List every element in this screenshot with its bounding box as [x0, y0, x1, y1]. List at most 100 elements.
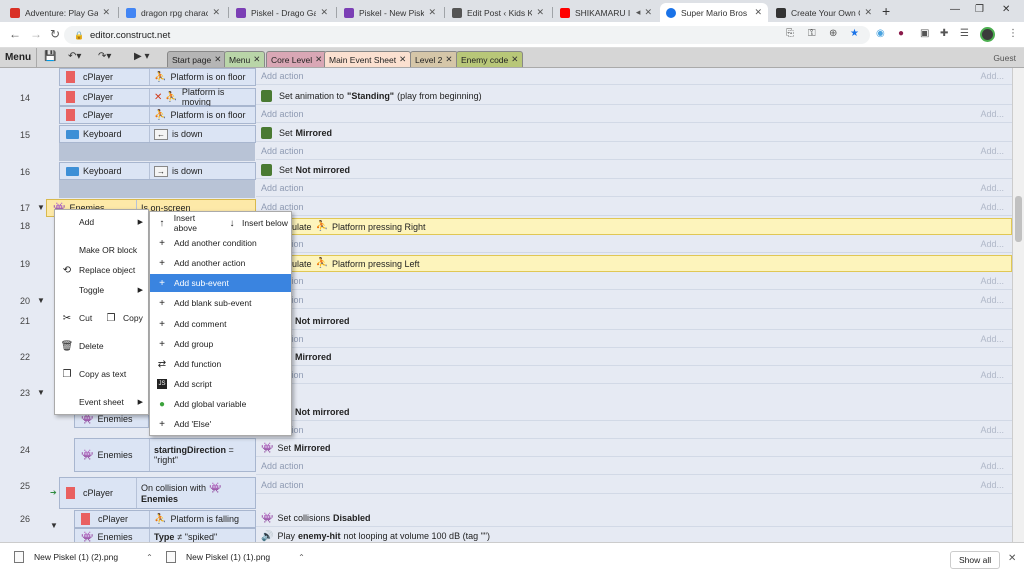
user-label[interactable]: Guest	[993, 53, 1016, 63]
add-action-link[interactable]: Add actionAdd...	[256, 458, 1012, 475]
condition-row[interactable]: Keyboard → is down	[59, 162, 256, 180]
action-row[interactable]: 👾 Set Mirrored	[256, 440, 1012, 457]
menu-item-add-blank-sub-event[interactable]: + Add blank sub-event	[150, 294, 291, 312]
maximize-icon[interactable]: ❐	[975, 4, 984, 15]
add-action-link[interactable]: Add actionAdd...	[256, 199, 1012, 216]
tab-menu[interactable]: Menu ✕	[224, 51, 266, 67]
menu-item-copy-as-text[interactable]: ❐ Copy as text	[55, 365, 148, 383]
tab-level-2[interactable]: Level 2 ✕	[410, 51, 458, 67]
condition-row[interactable]: cPlayer ⛹ Platform is on floor	[59, 106, 256, 124]
forward-icon[interactable]: →	[30, 27, 42, 41]
browser-tab-youtube[interactable]: SHIKAMARU I ◂ ✕	[554, 3, 658, 22]
close-icon[interactable]: ✕	[253, 54, 260, 65]
download-item[interactable]: New Piskel (1) (2).png ⌃	[14, 551, 153, 563]
condition-row[interactable]: cPlayer ⛹ Platform is on floor	[59, 68, 256, 86]
close-icon[interactable]: ✕	[315, 54, 322, 65]
menu-item-add-script[interactable]: JS Add script	[150, 375, 291, 393]
add-action-link[interactable]: Add actionAdd...	[256, 292, 1012, 309]
close-icon[interactable]: ✕	[428, 7, 436, 18]
menu-item-add-sub-event[interactable]: + Add sub-event	[150, 274, 291, 292]
download-item[interactable]: New Piskel (1) (1).png ⌃	[166, 551, 305, 563]
add-action-link[interactable]: Add actionAdd...	[256, 143, 1012, 160]
menu-item-insert-above[interactable]: ↑ Insert above	[150, 213, 220, 233]
add-action-link[interactable]: Add actionAdd...	[256, 331, 1012, 348]
add-action-link[interactable]: Add actionAdd...	[256, 477, 1012, 494]
chevron-up-icon[interactable]: ⌃	[146, 553, 153, 562]
new-tab-button[interactable]: +	[882, 3, 890, 19]
play-icon[interactable]: ▶ ▾	[134, 51, 150, 62]
menu-item-add-else[interactable]: + Add 'Else'	[150, 415, 291, 433]
menu-item-copy[interactable]: ❐ Copy	[99, 309, 149, 327]
add-action-link[interactable]: Add actionAdd...	[256, 367, 1012, 384]
tab-core-level[interactable]: Core Level ✕	[266, 51, 328, 67]
close-icon[interactable]: ✕	[536, 7, 544, 18]
close-icon[interactable]: ✕	[644, 7, 652, 18]
browser-tab-create-own[interactable]: Create Your Own G ✕	[770, 3, 878, 22]
close-icon[interactable]: ✕	[399, 54, 406, 65]
add-action-link[interactable]: Add actionAdd...	[256, 68, 1012, 85]
minimize-icon[interactable]: —	[950, 4, 960, 15]
browser-tab-edit-post[interactable]: Edit Post ‹ Kids Ko ✕	[446, 3, 550, 22]
add-action-link[interactable]: Add actionAdd...	[256, 106, 1012, 123]
mute-icon[interactable]: ◂	[636, 7, 641, 18]
condition-row[interactable]: 👾 Enemies Type ≠ "spiked"	[74, 528, 256, 542]
action-row[interactable]: 👾 Set collisions Disabled	[256, 510, 1012, 527]
collapse-arrow-icon[interactable]: ▼	[37, 203, 45, 212]
menu-item-add[interactable]: Add ▶	[55, 213, 148, 231]
close-icon[interactable]: ✕	[445, 54, 452, 65]
condition-row[interactable]: 👾 Enemies startingDirection = "right"	[74, 438, 256, 472]
action-row[interactable]: 🔊 Play enemy-hit not looping at volume 100 …	[256, 528, 1012, 542]
menu-item-add-another-condition[interactable]: + Add another condition	[150, 234, 291, 252]
close-icon[interactable]: ✕	[212, 7, 220, 18]
collapse-arrow-icon[interactable]: ▼	[37, 388, 45, 397]
browser-tab-piskel-new[interactable]: Piskel - New Piskel ✕	[338, 3, 442, 22]
browser-tab-adventure[interactable]: Adventure: Play Ga ✕	[4, 3, 116, 22]
menu-item-event-sheet[interactable]: Event sheet ▶	[55, 393, 148, 411]
action-row[interactable]: Not mirrored	[256, 404, 1012, 421]
close-icon[interactable]: ✕	[864, 7, 872, 18]
add-action-link[interactable]: Add actionAdd...	[256, 180, 1012, 197]
install-app-icon[interactable]: ⎘	[786, 28, 794, 39]
puzzle-icon[interactable]: ✚	[940, 28, 948, 39]
avatar[interactable]	[980, 27, 995, 42]
close-icon[interactable]: ✕	[754, 7, 762, 18]
close-icon[interactable]: ✕	[102, 7, 110, 18]
add-action-link[interactable]: Add actionAdd...	[256, 273, 1012, 290]
action-row[interactable]: Set Not mirrored	[256, 162, 1012, 179]
close-icon[interactable]: ✕	[1008, 553, 1016, 564]
menu-item-add-comment[interactable]: + Add comment	[150, 315, 291, 333]
condition-row[interactable]: cPlayer ✕ ⛹ Platform is moving	[59, 87, 256, 107]
add-action-link[interactable]: Add actionAdd...	[256, 422, 1012, 439]
zoom-icon[interactable]: ⊕	[829, 28, 837, 39]
redo-icon[interactable]: ↷▾	[98, 51, 111, 62]
scrollbar-thumb[interactable]	[1015, 196, 1022, 242]
browser-tab-super-mario[interactable]: Super Mario Bros ✕	[660, 3, 768, 22]
menu-item-add-group[interactable]: + Add group	[150, 335, 291, 353]
sheet-scrollbar[interactable]	[1012, 68, 1024, 542]
url-field[interactable]: 🔒 editor.construct.net	[64, 26, 870, 44]
save-icon[interactable]: 💾	[44, 51, 56, 62]
close-icon[interactable]: ✕	[511, 54, 518, 65]
menu-item-add-another-action[interactable]: + Add another action	[150, 254, 291, 272]
action-row[interactable]: Not mirrored	[256, 313, 1012, 330]
menu-item-insert-below[interactable]: ↓ Insert below	[220, 214, 292, 232]
action-row[interactable]: ulate ⛹ Platform pressing Right	[256, 218, 1012, 235]
action-row[interactable]: Set animation to "Standing" (play from beg…	[256, 88, 1012, 105]
chevron-up-icon[interactable]: ⌃	[298, 553, 305, 562]
menu-item-toggle[interactable]: Toggle ▶	[55, 281, 148, 299]
action-row[interactable]: Mirrored	[256, 349, 1012, 366]
key-icon[interactable]: ⚿	[808, 28, 816, 39]
menu-button[interactable]: Menu	[0, 48, 37, 67]
close-icon[interactable]: ✕	[214, 54, 221, 65]
tab-main-event-sheet[interactable]: Main Event Sheet ✕	[324, 51, 412, 67]
menu-item-cut[interactable]: ✂ Cut	[55, 309, 101, 327]
media-icon[interactable]: ☰	[960, 28, 969, 39]
bookmark-star-icon[interactable]: ★	[850, 28, 859, 39]
add-action-link[interactable]: Add actionAdd...	[256, 236, 1012, 253]
show-all-button[interactable]: Show all	[950, 551, 1001, 569]
condition-row[interactable]: Keyboard ← is down	[59, 125, 256, 143]
collapse-arrow-icon[interactable]: ▼	[37, 296, 45, 305]
menu-item-delete[interactable]: 🗑 Delete	[55, 337, 148, 355]
action-row[interactable]: Set Mirrored	[256, 125, 1012, 142]
extension-icon[interactable]: ◉	[876, 28, 885, 39]
